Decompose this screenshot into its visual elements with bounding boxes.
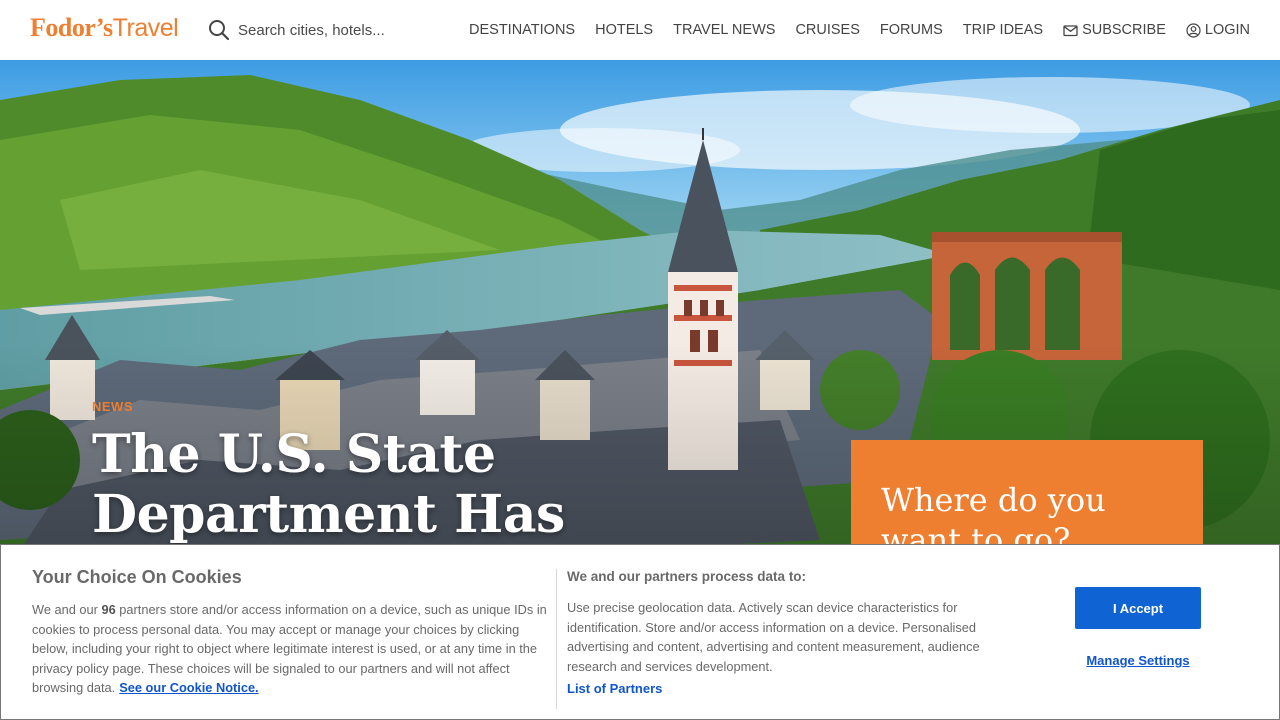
search-input[interactable]: [238, 21, 408, 39]
cookie-description: We and our 96 partners store and/or acce…: [32, 600, 552, 698]
user-circle-icon: [1186, 22, 1201, 38]
nav-subscribe[interactable]: SUBSCRIBE: [1063, 22, 1166, 38]
nav-travel-news[interactable]: TRAVEL NEWS: [673, 22, 775, 38]
nav-forums[interactable]: FORUMS: [880, 22, 943, 38]
manage-settings-link[interactable]: Manage Settings: [1055, 653, 1221, 668]
nav-login[interactable]: LOGIN: [1186, 22, 1250, 38]
nav-subscribe-label: SUBSCRIBE: [1082, 22, 1166, 38]
nav-trip-ideas[interactable]: TRIP IDEAS: [963, 22, 1043, 38]
list-of-partners-link[interactable]: List of Partners: [567, 681, 662, 696]
cookie-text-before: We and our: [32, 602, 102, 617]
nav-cruises[interactable]: CRUISES: [795, 22, 859, 38]
site-header: Fodor’s Travel DESTINATIONS HOTELS TRAVE…: [0, 0, 1280, 60]
cookie-notice-link[interactable]: See our Cookie Notice.: [119, 680, 258, 695]
main-nav: DESTINATIONS HOTELS TRAVEL NEWS CRUISES …: [469, 18, 1250, 42]
cookie-divider: [556, 569, 557, 709]
cookie-intro: Your Choice On Cookies We and our 96 par…: [32, 567, 552, 698]
nav-destinations[interactable]: DESTINATIONS: [469, 22, 575, 38]
search-bar: [208, 18, 408, 42]
nav-login-label: LOGIN: [1204, 22, 1250, 38]
envelope-icon: [1063, 24, 1078, 36]
search-icon[interactable]: [208, 19, 230, 41]
purposes-title: We and our partners process data to:: [567, 569, 807, 584]
cookie-purposes: We and our partners process data to: Use…: [567, 569, 1007, 698]
nav-hotels[interactable]: HOTELS: [595, 22, 653, 38]
logo-fodors-text: Fodor’s: [30, 13, 113, 42]
logo-travel-text: Travel: [112, 14, 179, 42]
news-category-tag[interactable]: NEWS: [92, 399, 133, 414]
cookie-title: Your Choice On Cookies: [32, 567, 242, 587]
cookie-consent-banner: Your Choice On Cookies We and our 96 par…: [0, 544, 1280, 720]
accept-cookies-button[interactable]: I Accept: [1075, 587, 1201, 629]
fodors-travel-logo[interactable]: Fodor’s Travel: [30, 13, 179, 45]
partner-count: 96: [101, 602, 116, 617]
purposes-text: Use precise geolocation data. Actively s…: [567, 600, 980, 674]
